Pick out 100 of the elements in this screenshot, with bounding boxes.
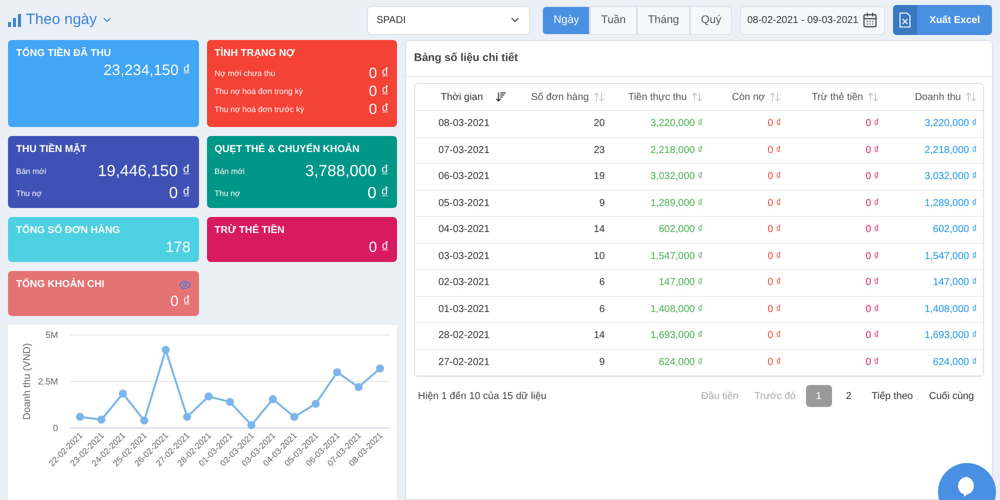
period-tab[interactable]: Tháng [636, 6, 690, 34]
data-point [333, 368, 342, 376]
card-line-label: Bán mới [16, 166, 46, 178]
sort-icon [592, 91, 605, 103]
period-tab[interactable]: Tuần [590, 6, 637, 34]
column-header[interactable]: Doanh thu [885, 84, 983, 110]
table-cell-text: 0 ₫ [864, 144, 880, 158]
table-cell-text: 6 [598, 276, 606, 290]
card-line-label: Bán mới [214, 166, 245, 178]
table-cell-text: 1,693,000 ₫ [924, 329, 978, 344]
table-cell-text: 06-03-2021 [437, 170, 491, 184]
table-cell-text: 0 ₫ [864, 250, 880, 264]
table-cell-text: 0 ₫ [864, 196, 880, 211]
table-cell-text: 03-03-2021 [437, 250, 491, 264]
table-cell-text: 1,693,000 ₫ [649, 329, 704, 344]
y-tick-label: 0 [52, 423, 58, 433]
data-point [376, 364, 384, 372]
table-cell-text: 3,032,000 ₫ [924, 170, 978, 184]
table-summary: Hiện 1 đến 10 của 15 dữ liệu [418, 390, 546, 404]
card-line-label: Thu nợ hoá đơn trước kỳ [214, 104, 304, 116]
table-cell-text: 147,000 ₫ [658, 276, 704, 290]
y-tick-label: 5M [45, 330, 58, 340]
table-cell-text: 3,220,000 ₫ [649, 117, 704, 132]
table-cell-text: 08-03-2021 [437, 117, 491, 132]
calendar-icon [862, 12, 878, 28]
table-cell-text: 0 ₫ [766, 276, 782, 290]
table-cell-text: 1,289,000 ₫ [649, 196, 704, 211]
excel-file-icon [899, 12, 912, 28]
date-range-field[interactable]: 08-02-2021 - 09-03-2021 [740, 6, 886, 34]
table-cell-text: 02-03-2021 [437, 276, 491, 290]
card-title: TỔNG KHOẢN CHI [16, 277, 104, 292]
card-title: THU TIỀN MẶT [16, 142, 87, 157]
data-point [312, 400, 320, 408]
data-point [354, 383, 363, 392]
table-cell-text: 0 ₫ [766, 302, 782, 317]
card-value: 0 ₫ [368, 64, 389, 84]
column-header[interactable]: Số đơn hàng [512, 84, 611, 110]
pagination-link[interactable]: Cuối cùng [922, 388, 980, 404]
table-cell-text: 1,547,000 ₫ [649, 250, 704, 264]
sort-icon [867, 91, 880, 103]
table-cell-text: 0 ₫ [864, 170, 880, 184]
page-button[interactable]: 2 [836, 385, 862, 407]
table-cell-text: 0 ₫ [864, 302, 880, 317]
data-point [204, 392, 213, 400]
column-header[interactable]: Còn nợ [708, 84, 788, 110]
table-cell-text: 0 ₫ [766, 144, 782, 158]
table-cell-text: 9 [598, 196, 606, 211]
table-cell-text: 6 [598, 302, 606, 317]
card-line-label: Thu nợ [16, 188, 42, 200]
card-value: 0 ₫ [368, 100, 389, 120]
store-select[interactable]: SPADI [367, 6, 530, 34]
sort-desc-icon [494, 91, 507, 103]
table-cell-text: 0 ₫ [766, 329, 782, 344]
card-value: 0 ₫ [367, 184, 389, 204]
sort-icon [769, 91, 782, 103]
card-title: TỔNG SỐ ĐƠN HÀNG [16, 223, 120, 238]
data-point [183, 412, 192, 421]
card-title: TRỪ THẺ TIỀN [214, 223, 284, 238]
table-cell-text: 1,408,000 ₫ [649, 302, 704, 317]
sort-icon [964, 91, 977, 103]
table-cell-text: 624,000 ₫ [658, 356, 704, 370]
table-cell-text: 0 ₫ [864, 356, 880, 370]
card-title: TỔNG TIỀN ĐÃ THU [16, 46, 111, 61]
table-cell-text: 147,000 ₫ [932, 276, 978, 290]
table-cell-text: 07-03-2021 [437, 144, 491, 158]
table-cell-text: 14 [592, 329, 606, 344]
table-cell-text: 04-03-2021 [437, 223, 491, 238]
card-line-label: Nợ mới chưa thu [214, 68, 276, 80]
table-cell-text: 0 ₫ [766, 170, 782, 184]
table-cell-text: 0 ₫ [766, 223, 782, 238]
column-header[interactable]: Trừ thẻ tiền [787, 84, 886, 110]
card-value: 0 ₫ [368, 238, 389, 258]
data-point [247, 421, 256, 430]
table-cell-text: 10 [592, 250, 606, 264]
card-line-label: Thu nợ [214, 188, 240, 200]
table-cell-text: 0 ₫ [864, 276, 880, 290]
sort-icon [690, 91, 703, 103]
card-value: 0 ₫ [168, 184, 190, 204]
card-value: 0 ₫ [170, 292, 190, 312]
table-cell-text: 0 ₫ [766, 250, 782, 264]
table-cell-text: 624,000 ₫ [932, 356, 978, 370]
table-cell-text: 0 ₫ [766, 117, 782, 132]
period-tab[interactable]: Quý [690, 6, 732, 34]
table-cell-text: 0 ₫ [766, 356, 782, 370]
table-cell-text: 01-03-2021 [437, 302, 491, 317]
card-title: QUẸT THẺ & CHUYỂN KHOẢN [214, 142, 360, 157]
card-value: 23,234,150 ₫ [104, 61, 190, 81]
y-axis-label: Doanh thu (VND) [22, 343, 33, 420]
table-cell-text: 28-02-2021 [437, 329, 491, 344]
table-cell-text: 1,547,000 ₫ [924, 250, 978, 264]
table-cell-text: 0 ₫ [864, 329, 880, 344]
column-header[interactable]: Thời gian [415, 84, 513, 110]
column-header[interactable]: Tiền thực thu [610, 84, 709, 110]
table-cell-text: 3,220,000 ₫ [924, 117, 978, 132]
bar-chart-icon [8, 13, 22, 27]
pagination-link[interactable]: Tiếp theo [866, 388, 919, 404]
table-cell-text: 0 ₫ [766, 196, 782, 211]
card-value: 3,788,000 ₫ [305, 162, 389, 182]
table-cell-text: 3,032,000 ₫ [649, 170, 704, 184]
table-cell-text: 05-03-2021 [437, 196, 491, 211]
